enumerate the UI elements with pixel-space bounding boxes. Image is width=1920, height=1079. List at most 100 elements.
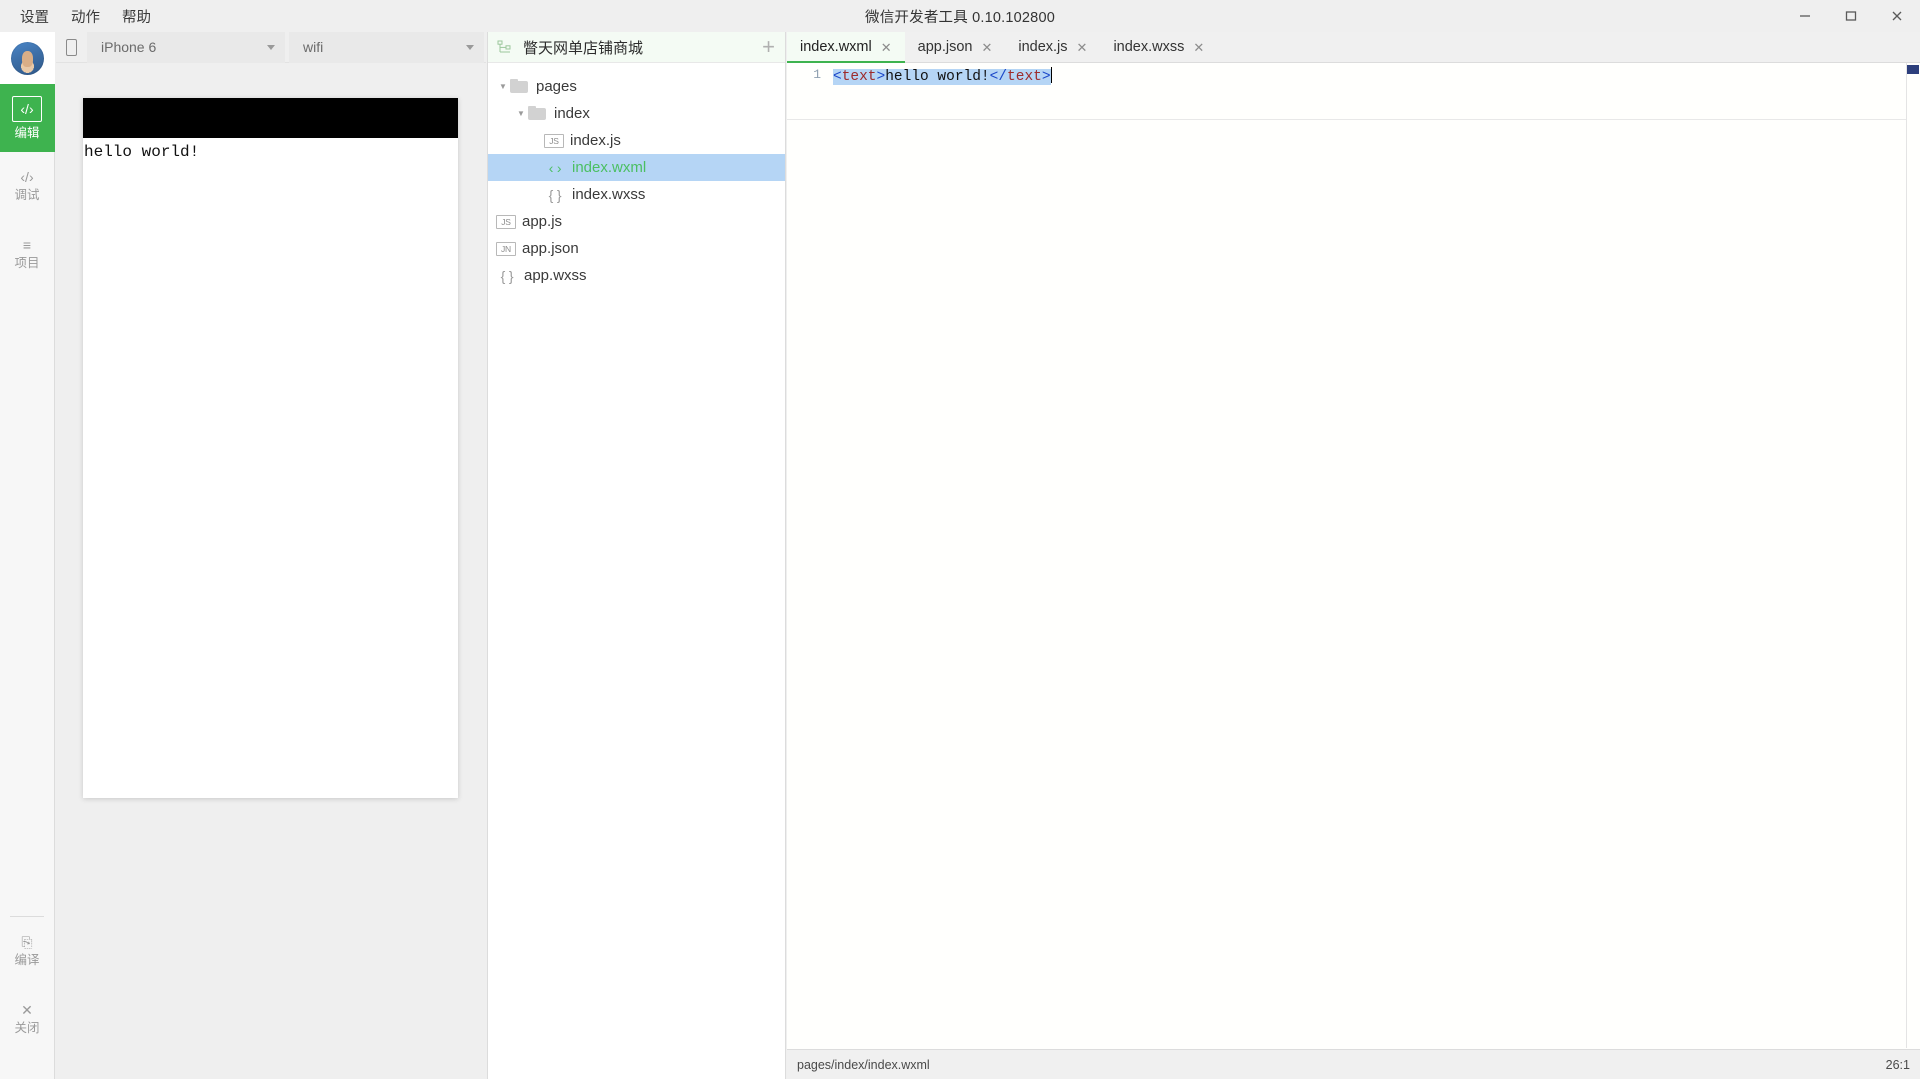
tree-node-label: index.js: [570, 132, 621, 149]
debug-code-icon: ‹/›: [20, 169, 34, 186]
tree-node-label: pages: [536, 78, 577, 95]
tab-label: index.wxss: [1113, 39, 1185, 55]
tab-label: app.json: [917, 39, 973, 55]
network-select[interactable]: wifi: [289, 31, 484, 63]
rail-item-debug[interactable]: ‹/› 调试: [0, 152, 55, 220]
tab-close-icon[interactable]: ✕: [981, 41, 992, 54]
rail-item-close-label: 关闭: [14, 1021, 40, 1036]
rail-item-debug-label: 调试: [14, 188, 40, 203]
avatar: [10, 41, 44, 75]
tree-node-app-wxss[interactable]: { } app.wxss: [488, 262, 785, 289]
json-file-icon: JN: [496, 241, 516, 256]
left-rail: ‹/› 编辑 ‹/› 调试 ≡ 项目 ⎘ 编译 ✕ 关闭: [0, 32, 55, 1079]
wxml-file-icon: ‹ ›: [548, 159, 562, 176]
chevron-down-icon[interactable]: ▼: [514, 109, 528, 118]
tree-node-label: app.wxss: [524, 267, 587, 284]
status-cursor-position: 26:1: [1885, 1057, 1910, 1072]
editor-tab-bar: index.wxml ✕ app.json ✕ index.js ✕ index…: [787, 32, 1920, 63]
tree-node-label: index.wxss: [572, 186, 646, 203]
rail-item-close[interactable]: ✕ 关闭: [0, 985, 55, 1053]
tab-app-json[interactable]: app.json ✕: [904, 32, 1006, 62]
code-line-content[interactable]: <text>hello world!</text>: [833, 67, 1053, 86]
tree-node-label: app.json: [522, 240, 579, 257]
device-select-value: iPhone 6: [101, 39, 157, 55]
maximize-button[interactable]: [1828, 0, 1874, 32]
rail-item-compile[interactable]: ⎘ 编译: [0, 917, 55, 985]
rail-item-edit-label: 编辑: [14, 126, 40, 141]
js-file-icon: JS: [544, 133, 564, 148]
folder-icon: [510, 79, 529, 94]
phone-content: hello world!: [83, 138, 458, 161]
tab-close-icon[interactable]: ✕: [1193, 41, 1204, 54]
simulator-pane: iPhone 6 wifi hello world!: [56, 31, 486, 1079]
rail-item-compile-label: 编译: [14, 953, 40, 968]
window-title: 微信开发者工具 0.10.102800: [865, 9, 1055, 26]
scrollbar-thumb[interactable]: [1907, 65, 1919, 74]
folder-icon: [528, 106, 547, 121]
tab-label: index.js: [1018, 39, 1068, 55]
tab-label: index.wxml: [800, 39, 872, 55]
code-icon: ‹/›: [12, 96, 42, 123]
status-bar: pages/index/index.wxml 26:1: [787, 1049, 1920, 1079]
add-project-button[interactable]: +: [762, 36, 775, 58]
rail-item-project[interactable]: ≡ 项目: [0, 220, 55, 288]
code-line-row: 1 <text>hello world!</text>: [787, 63, 1920, 85]
rail-item-edit[interactable]: ‹/› 编辑: [0, 84, 55, 152]
tab-close-icon[interactable]: ✕: [1077, 41, 1088, 54]
tree-node-app-js[interactable]: JS app.js: [488, 208, 785, 235]
menu-item-settings[interactable]: 设置: [10, 2, 59, 31]
phone-preview[interactable]: hello world!: [83, 98, 458, 798]
phone-status-bar: [83, 98, 458, 138]
simulator-toolbar: iPhone 6 wifi: [56, 31, 486, 63]
menu-item-help[interactable]: 帮助: [112, 2, 161, 31]
minimize-button[interactable]: [1782, 0, 1828, 32]
window-controls: [1782, 0, 1920, 32]
avatar-container[interactable]: [0, 32, 55, 84]
tree-node-index-folder[interactable]: ▼ index: [488, 100, 785, 127]
code-editor[interactable]: 1 <text>hello world!</text>: [787, 63, 1920, 1048]
tree-node-index-js[interactable]: JS index.js: [488, 127, 785, 154]
chevron-down-icon[interactable]: ▼: [496, 82, 510, 91]
wxss-file-icon: { }: [500, 267, 514, 284]
device-toggle-button[interactable]: [56, 32, 86, 63]
code-token-close-bracket-end: >: [1041, 69, 1051, 85]
tab-close-icon[interactable]: ✕: [881, 41, 892, 54]
tree-node-index-wxml[interactable]: ‹ › index.wxml: [488, 154, 785, 181]
editor-pane: index.wxml ✕ app.json ✕ index.js ✕ index…: [787, 32, 1920, 1079]
menu-bar: 设置 动作 帮助: [0, 0, 161, 32]
tab-index-wxss[interactable]: index.wxss ✕: [1100, 32, 1218, 62]
file-tree-pane: 瞥天网单店铺商城 + ▼ pages ▼ index JS index.js ‹…: [487, 32, 786, 1079]
file-tree: ▼ pages ▼ index JS index.js ‹ › index.wx…: [488, 63, 785, 289]
phone-icon: [65, 38, 77, 56]
tree-node-app-json[interactable]: JN app.json: [488, 235, 785, 262]
code-token-open-bracket-end: >: [876, 69, 886, 85]
tree-node-index-wxss[interactable]: { } index.wxss: [488, 181, 785, 208]
code-token-text: hello world!: [885, 69, 990, 85]
device-select[interactable]: iPhone 6: [87, 31, 285, 63]
menu-item-actions[interactable]: 动作: [61, 2, 110, 31]
js-file-icon: JS: [496, 214, 516, 229]
code-token-open-tag: text: [841, 69, 877, 85]
project-structure-icon: [497, 40, 517, 55]
close-x-icon: ✕: [21, 1002, 33, 1019]
wxss-file-icon: { }: [548, 186, 562, 203]
editor-top-rule: [787, 119, 1906, 120]
tab-index-js[interactable]: index.js ✕: [1005, 32, 1101, 62]
chevron-down-icon: [466, 44, 474, 50]
tree-node-label: index: [554, 105, 590, 122]
text-cursor: [1050, 67, 1053, 83]
editor-vertical-scrollbar[interactable]: [1906, 63, 1920, 1048]
code-token-close-tag: text: [1007, 69, 1042, 85]
network-select-value: wifi: [303, 39, 324, 55]
compile-refresh-icon: ⎘: [21, 934, 33, 951]
close-button[interactable]: [1874, 0, 1920, 32]
tree-node-label: index.wxml: [572, 159, 647, 176]
list-icon: ≡: [22, 237, 32, 254]
tab-index-wxml[interactable]: index.wxml ✕: [787, 32, 905, 63]
tree-node-pages[interactable]: ▼ pages: [488, 73, 785, 100]
status-file-path: pages/index/index.wxml: [797, 1057, 930, 1072]
tree-node-label: app.js: [522, 213, 563, 230]
code-token-close-bracket: </: [989, 69, 1008, 85]
project-name: 瞥天网单店铺商城: [523, 39, 644, 57]
preview-text: hello world!: [84, 143, 200, 161]
